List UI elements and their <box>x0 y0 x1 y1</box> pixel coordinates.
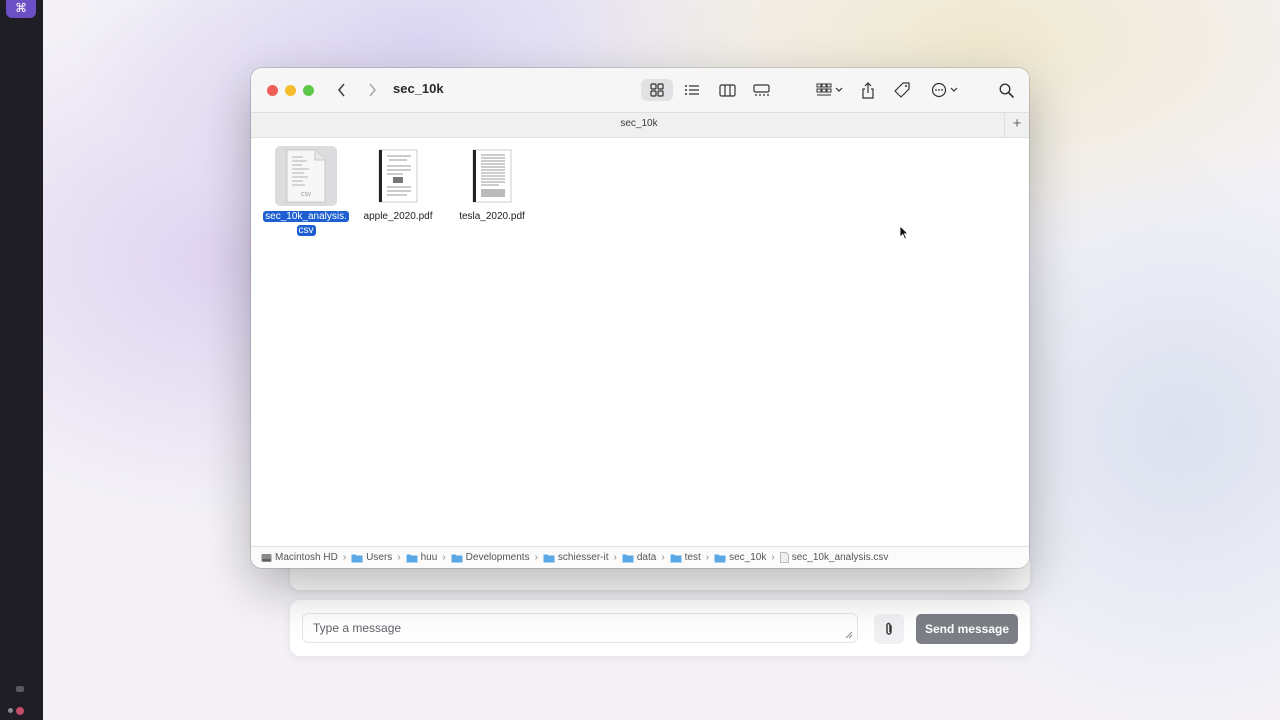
chevron-down-icon <box>835 87 842 92</box>
path-item[interactable]: test <box>670 552 701 563</box>
tab-bar: sec_10k + <box>251 112 1029 138</box>
folder-icon <box>351 554 363 562</box>
mouse-cursor-icon <box>899 225 909 240</box>
folder-icon <box>714 554 726 562</box>
window-title: sec_10k <box>393 81 444 96</box>
tag-icon <box>894 82 910 98</box>
pdf-document-icon <box>378 149 418 203</box>
finder-window: sec_10k sec_10k + CSV sec_10k_analysis. … <box>251 68 1029 568</box>
path-separator: › <box>771 552 775 563</box>
grid-view-icon <box>650 83 664 97</box>
status-dot-icon <box>16 707 24 715</box>
path-separator: › <box>342 552 347 563</box>
path-item[interactable]: data <box>622 552 656 563</box>
tags-button[interactable] <box>891 79 913 101</box>
list-view-icon <box>685 85 699 95</box>
path-item[interactable]: schiesser-it <box>543 552 609 563</box>
search-icon <box>998 82 1014 98</box>
file-thumbnail[interactable] <box>367 146 429 206</box>
file-item[interactable]: apple_2020.pdf <box>352 146 444 224</box>
path-separator: › <box>534 552 538 563</box>
file-name[interactable]: sec_10k_analysis. csv <box>260 210 352 238</box>
path-bar: Macintosh HD › Users › huu › Development… <box>251 546 1029 568</box>
share-icon <box>862 81 874 99</box>
paperclip-icon <box>886 622 892 635</box>
ellipsis-circle-icon <box>931 82 946 98</box>
tab-sec-10k[interactable]: sec_10k <box>251 118 1027 129</box>
column-view-button[interactable] <box>714 79 740 101</box>
send-message-button[interactable]: Send message <box>916 614 1018 644</box>
status-dot-icon <box>8 708 13 713</box>
file-item[interactable]: CSV sec_10k_analysis. csv <box>260 146 352 238</box>
path-item[interactable]: Users <box>351 552 392 563</box>
path-item[interactable]: sec_10k <box>714 552 766 563</box>
chevron-left-icon <box>337 83 345 97</box>
gallery-view-button[interactable] <box>748 79 774 101</box>
path-separator: › <box>661 552 665 563</box>
message-input[interactable]: Type a message <box>302 613 858 643</box>
file-thumbnail[interactable]: CSV <box>275 146 337 206</box>
column-view-icon <box>718 83 736 97</box>
chevron-down-icon <box>950 87 957 92</box>
left-dock: ⌘ <box>0 0 43 720</box>
path-item[interactable]: Developments <box>451 552 530 563</box>
gallery-view-icon <box>752 83 770 96</box>
file-thumbnail[interactable] <box>461 146 523 206</box>
search-button[interactable] <box>995 79 1017 101</box>
chat-input-bar: Type a message Send message <box>290 600 1030 656</box>
path-separator: › <box>705 552 710 563</box>
close-window-button[interactable] <box>267 85 278 96</box>
group-grid-icon <box>816 83 831 96</box>
path-item[interactable]: huu <box>406 552 437 563</box>
folder-icon <box>543 554 555 562</box>
group-by-button[interactable] <box>811 79 847 101</box>
share-button[interactable] <box>857 79 879 101</box>
file-icon <box>779 552 789 563</box>
file-item[interactable]: tesla_2020.pdf <box>446 146 538 224</box>
folder-icon <box>670 554 682 562</box>
path-separator: › <box>613 552 617 563</box>
more-actions-button[interactable] <box>927 79 961 101</box>
csv-label: CSV <box>301 192 312 198</box>
message-placeholder: Type a message <box>313 621 402 635</box>
resize-grip-icon[interactable] <box>845 631 853 639</box>
path-separator: › <box>442 552 446 563</box>
file-name[interactable]: tesla_2020.pdf <box>446 210 538 224</box>
new-tab-button[interactable]: + <box>1004 113 1029 137</box>
folder-icon <box>622 554 634 562</box>
zoom-window-button[interactable] <box>303 85 314 96</box>
list-view-button[interactable] <box>679 79 705 101</box>
finder-toolbar: sec_10k <box>251 68 1029 112</box>
app-icon[interactable]: ⌘ <box>6 0 36 18</box>
attach-button[interactable] <box>874 614 904 644</box>
csv-document-icon: CSV <box>286 149 326 203</box>
icon-view-button[interactable] <box>641 79 673 101</box>
back-button[interactable] <box>332 80 352 100</box>
file-name[interactable]: apple_2020.pdf <box>352 210 444 224</box>
folder-icon <box>451 554 463 562</box>
minimize-window-button[interactable] <box>285 85 296 96</box>
dock-indicator-icon <box>16 686 24 692</box>
path-separator: › <box>397 552 401 563</box>
chevron-right-icon <box>369 83 377 97</box>
forward-button[interactable] <box>362 80 382 100</box>
folder-icon <box>406 554 418 562</box>
pdf-document-icon <box>472 149 512 203</box>
hard-drive-icon <box>261 553 272 562</box>
path-item[interactable]: Macintosh HD <box>261 552 338 563</box>
path-item[interactable]: sec_10k_analysis.csv <box>779 552 888 563</box>
